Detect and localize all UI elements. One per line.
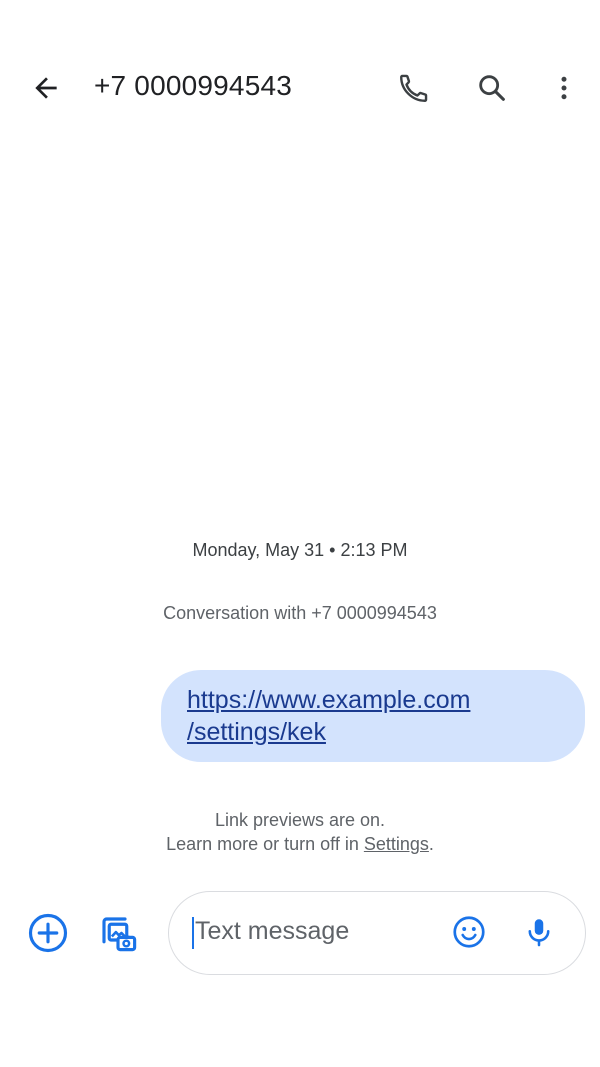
message-link-line-1[interactable]: https://www.example.com [187,684,559,716]
message-input-placeholder[interactable]: Text message [195,917,349,946]
gallery-camera-icon [97,912,139,954]
settings-link[interactable]: Settings [364,834,429,854]
mic-icon [522,915,556,949]
link-note-line-1: Link previews are on. [214,810,386,830]
add-circle-icon [27,912,69,954]
link-note-prefix: Learn more or turn off in [166,834,364,854]
call-button[interactable] [392,66,436,110]
gallery-camera-button[interactable] [96,911,140,955]
add-attachment-button[interactable] [26,911,70,955]
voice-input-button[interactable] [519,912,559,952]
search-button[interactable] [470,66,514,110]
top-app-bar: +7 0000994543 [0,52,600,124]
message-timestamp: Monday, May 31 • 2:13 PM [192,540,408,560]
arrow-back-icon [30,72,62,104]
link-preview-note: Link previews are on. Learn more or turn… [0,808,600,856]
message-link-line-2[interactable]: /settings/kek [187,716,559,748]
more-vert-icon [549,73,579,103]
emoji-icon [451,914,487,950]
phone-icon [397,71,431,105]
back-button[interactable] [24,68,68,108]
contact-title[interactable]: +7 0000994543 [94,70,292,102]
link-note-line-2: Learn more or turn off in Settings. [0,832,600,856]
message-compose-field[interactable]: Text message [168,891,586,975]
conversation-screen: +7 0000994543 Monday, May 31 • 2:13 PM C… [0,0,600,1067]
conversation-with-label: Conversation with +7 0000994543 [163,603,437,623]
link-note-suffix: . [428,834,434,854]
search-icon [475,71,509,105]
message-bubble[interactable]: https://www.example.com /settings/kek [161,670,585,762]
emoji-button[interactable] [449,912,489,952]
more-options-button[interactable] [542,66,586,110]
text-cursor [192,917,194,949]
